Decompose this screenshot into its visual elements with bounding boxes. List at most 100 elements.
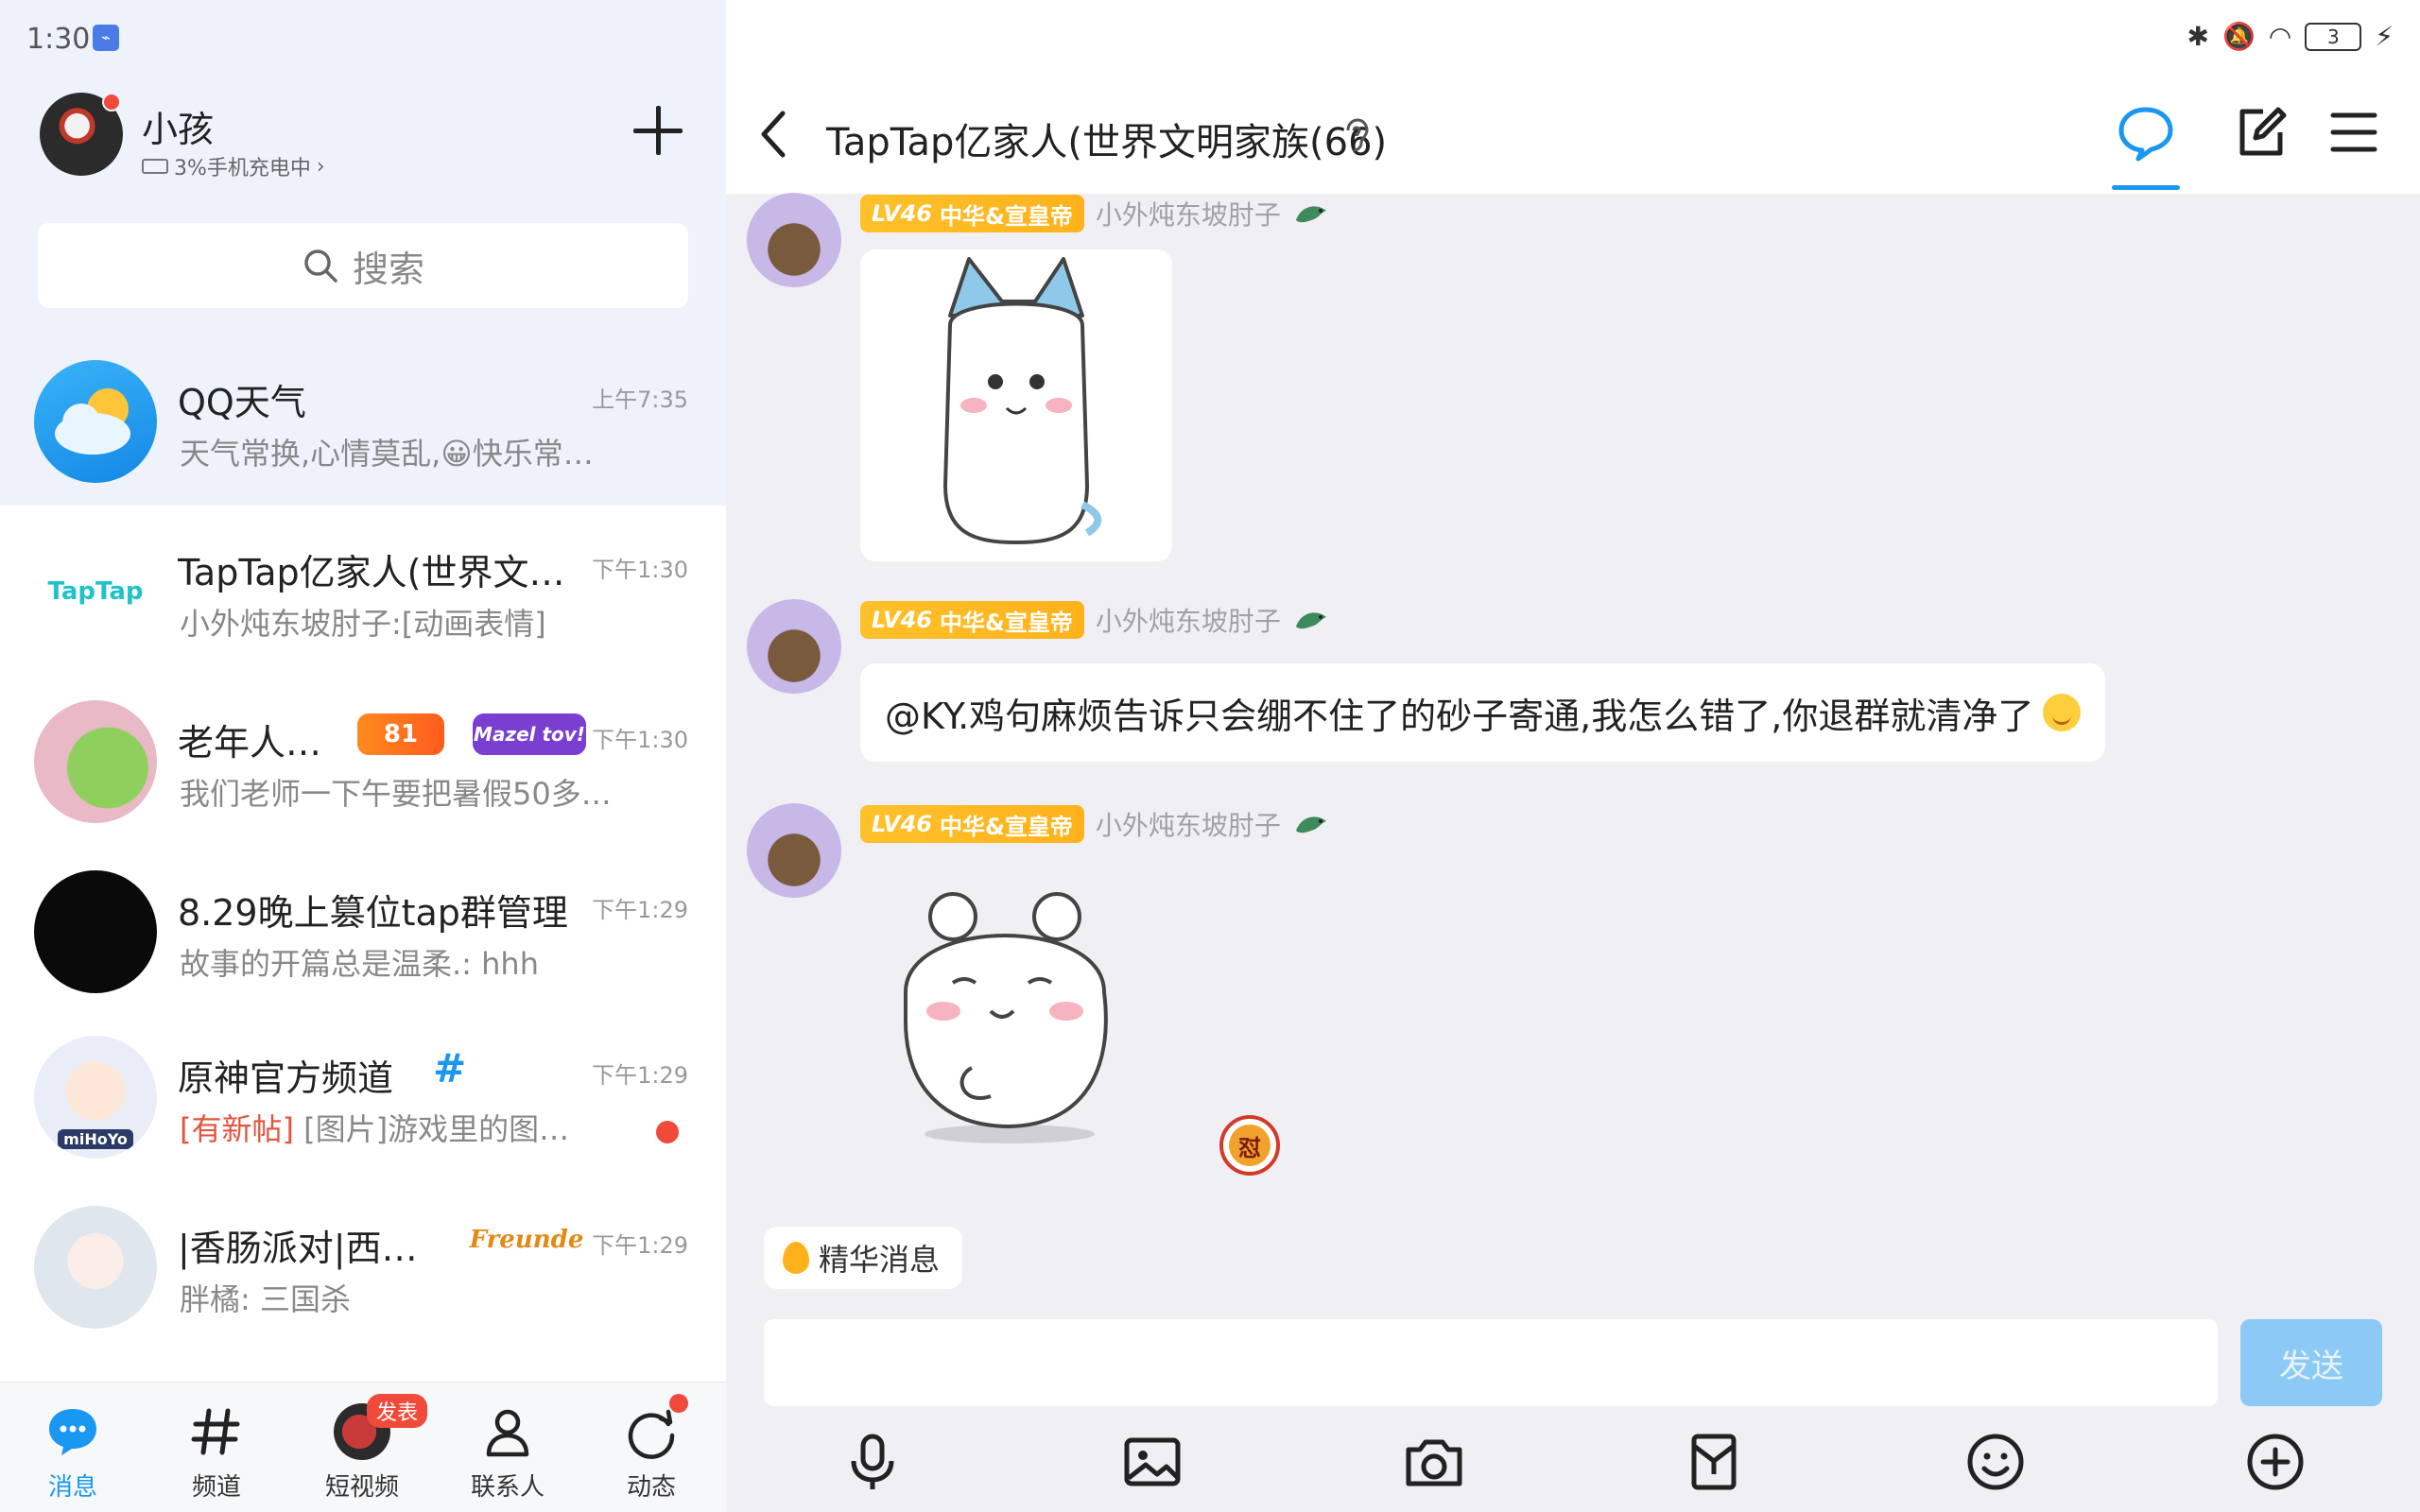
- new-post-tag: [有新帖]: [180, 1111, 294, 1147]
- add-button[interactable]: [631, 104, 684, 157]
- chat-header: ✱ 🔕 ◠ 3 ⚡ TapTap亿家人(世界文明家族(66): [726, 0, 2420, 194]
- weather-avatar: [34, 360, 157, 483]
- microphone-icon[interactable]: [839, 1429, 906, 1495]
- conversation-time: 下午1:30: [592, 557, 688, 583]
- sender-avatar[interactable]: [747, 599, 841, 694]
- conversation-preview: 我们老师一下午要把暑假50多…: [180, 776, 612, 812]
- person-icon: [486, 1409, 529, 1457]
- conversation-title: |香肠派对|西…: [178, 1228, 418, 1269]
- search-bar[interactable]: 搜索: [38, 223, 688, 308]
- white-creature-sticker: [942, 257, 1102, 545]
- conversation-title: TapTap亿家人(世界文…: [178, 552, 565, 593]
- weather-cloud-icon: [55, 388, 130, 455]
- conversation-preview: 故事的开篇总是温柔.: hhh: [180, 946, 539, 982]
- conversation-panel: 1:30 ⌁ 小孩 3%手机充电中 › 搜索 QQ天气 上午7:35 天气常换,…: [0, 0, 726, 1512]
- essence-label: 精华消息: [819, 1242, 941, 1278]
- status-time: 1:30: [26, 23, 91, 56]
- more-plus-icon[interactable]: [2242, 1429, 2308, 1495]
- tab-contacts[interactable]: 联系人: [437, 1383, 579, 1512]
- tab-short-video[interactable]: 发表 短视频: [291, 1383, 433, 1512]
- battery-icon: 3: [2305, 22, 2362, 51]
- charging-icon: ⚡: [2375, 21, 2394, 52]
- tab-channels[interactable]: 频道: [146, 1383, 287, 1512]
- sender-nickname[interactable]: 小外炖东坡肘子: [1096, 805, 1281, 843]
- sticker-message[interactable]: [860, 249, 1172, 561]
- send-button[interactable]: 发送: [2240, 1319, 2382, 1406]
- conversation-title: 原神官方频道: [178, 1057, 394, 1099]
- mazel-tov-badge: Mazel tov!: [473, 713, 586, 755]
- status-icons: ✱ 🔕 ◠ 3 ⚡: [2187, 21, 2394, 52]
- emoji-icon[interactable]: [1962, 1429, 2029, 1495]
- image-icon[interactable]: [1119, 1429, 1185, 1495]
- level-tag: LV46 中华&宣皇帝: [860, 195, 1084, 232]
- conversation-item-sausage-party[interactable]: |香肠派对|西… Freunde 下午1:29 胖橘: 三国杀: [0, 1181, 726, 1351]
- conversation-time: 上午7:35: [592, 387, 688, 413]
- red-packet-icon[interactable]: [1681, 1429, 1747, 1495]
- bottom-tab-bar: 消息 频道 发表 短视频 联系人 动态: [0, 1382, 726, 1512]
- conversation-item-qq-weather[interactable]: QQ天气 上午7:35 天气常换,心情莫乱,😀快乐常…: [0, 335, 726, 506]
- conversation-item-taptap[interactable]: TapTap TapTap亿家人(世界文… 下午1:30 小外炖东坡肘子:[动画…: [0, 506, 726, 676]
- conversation-title: 老年人…: [178, 722, 322, 764]
- sender-nickname[interactable]: 小外炖东坡肘子: [1096, 601, 1281, 639]
- level-tag: LV46 中华&宣皇帝: [860, 805, 1084, 843]
- my-status-text: 3%手机充电中: [174, 157, 311, 180]
- level-tag: LV46 中华&宣皇帝: [860, 601, 1084, 639]
- message-meta: LV46 中华&宣皇帝 小外炖东坡肘子: [860, 194, 1330, 233]
- conversation-item-elderly[interactable]: 老年人… 81 Mazel tov! 下午1:30 我们老师一下午要把暑假50多…: [0, 676, 726, 846]
- camera-icon[interactable]: [1401, 1429, 1467, 1495]
- genshin-avatar: miHoYo: [34, 1036, 157, 1159]
- streak-badge: 81: [357, 713, 444, 755]
- conversation-preview: 天气常换,心情莫乱,😀快乐常…: [180, 436, 594, 472]
- tab-messages[interactable]: 消息: [2, 1383, 144, 1512]
- input-area: 精华消息 发送: [726, 1219, 2420, 1512]
- chat-bubble-icon[interactable]: [2116, 102, 2176, 163]
- mute-bell-icon: 🔕: [2222, 21, 2256, 52]
- conversation-item-tap-admin[interactable]: 8.29晚上篡位tap群管理 下午1:29 故事的开篇总是温柔.: hhh: [0, 846, 726, 1016]
- sender-avatar[interactable]: [747, 193, 841, 287]
- freunde-badge: Freunde: [469, 1226, 584, 1254]
- back-arrow-icon[interactable]: [754, 106, 792, 163]
- essence-messages-button[interactable]: 精华消息: [764, 1227, 963, 1289]
- chat-title[interactable]: TapTap亿家人(世界文明家族(66): [826, 112, 1387, 166]
- conversation-preview: [有新帖] [图片]游戏里的图…: [180, 1106, 569, 1149]
- conversation-time: 下午1:30: [592, 727, 688, 753]
- reaction-badge[interactable]: 怼: [1219, 1115, 1280, 1176]
- smile-emoji-icon: [2043, 694, 2082, 731]
- text-message-bubble[interactable]: @KY.鸡句麻烦告诉只会绷不住了的砂子寄通,我怎么错了,你退群就清净了: [860, 663, 2106, 762]
- dragon-icon: [1295, 206, 1326, 223]
- conversation-title: 8.29晚上篡位tap群管理: [178, 892, 568, 934]
- edit-icon[interactable]: [2231, 102, 2291, 163]
- message-meta: LV46 中华&宣皇帝 小外炖东坡肘子: [860, 600, 1330, 640]
- active-tab-indicator: [2112, 185, 2180, 190]
- conversation-time: 下午1:29: [592, 1062, 688, 1089]
- chat-panel: ✱ 🔕 ◠ 3 ⚡ TapTap亿家人(世界文明家族(66) LV46 中华&宣皇…: [726, 0, 2420, 1512]
- essence-drop-icon: [783, 1242, 809, 1274]
- conversation-item-genshin[interactable]: miHoYo 原神官方频道 # 下午1:29 [有新帖] [图片]游戏里的图…: [0, 1011, 726, 1181]
- sender-avatar[interactable]: [747, 803, 841, 898]
- angry-reaction-icon: 怼: [1229, 1125, 1270, 1166]
- conversation-preview: 胖橘: 三国杀: [180, 1281, 351, 1317]
- black-avatar: [34, 870, 157, 993]
- tab-label: 动态: [626, 1473, 676, 1502]
- conversation-preview: 小外炖东坡肘子:[动画表情]: [180, 606, 546, 642]
- tab-label: 消息: [47, 1473, 97, 1502]
- tab-moments[interactable]: 动态: [580, 1383, 722, 1512]
- my-nickname[interactable]: 小孩: [142, 100, 214, 152]
- message-input[interactable]: [764, 1319, 2218, 1406]
- bear-sticker[interactable]: [887, 879, 1132, 1153]
- wifi-icon: ◠: [2268, 21, 2292, 52]
- conversation-title: QQ天气: [178, 382, 306, 423]
- chevron-right-icon: ›: [316, 154, 325, 179]
- usb-icon: ⌁: [93, 25, 119, 51]
- sender-nickname[interactable]: 小外炖东坡肘子: [1096, 195, 1281, 232]
- taptap-avatar: TapTap: [34, 530, 157, 653]
- menu-icon[interactable]: [2324, 102, 2384, 163]
- ear-icon[interactable]: [1340, 117, 1371, 153]
- refresh-circle-icon: [628, 1409, 675, 1459]
- dragon-icon: [1295, 816, 1326, 833]
- conversation-time: 下午1:29: [592, 1232, 688, 1259]
- my-status[interactable]: 3%手机充电中 ›: [142, 151, 325, 181]
- message-text: @KY.鸡句麻烦告诉只会绷不住了的砂子寄通,我怎么错了,你退群就清净了: [885, 695, 2034, 737]
- tab-label: 频道: [191, 1473, 241, 1502]
- anime-avatar: [34, 1206, 157, 1329]
